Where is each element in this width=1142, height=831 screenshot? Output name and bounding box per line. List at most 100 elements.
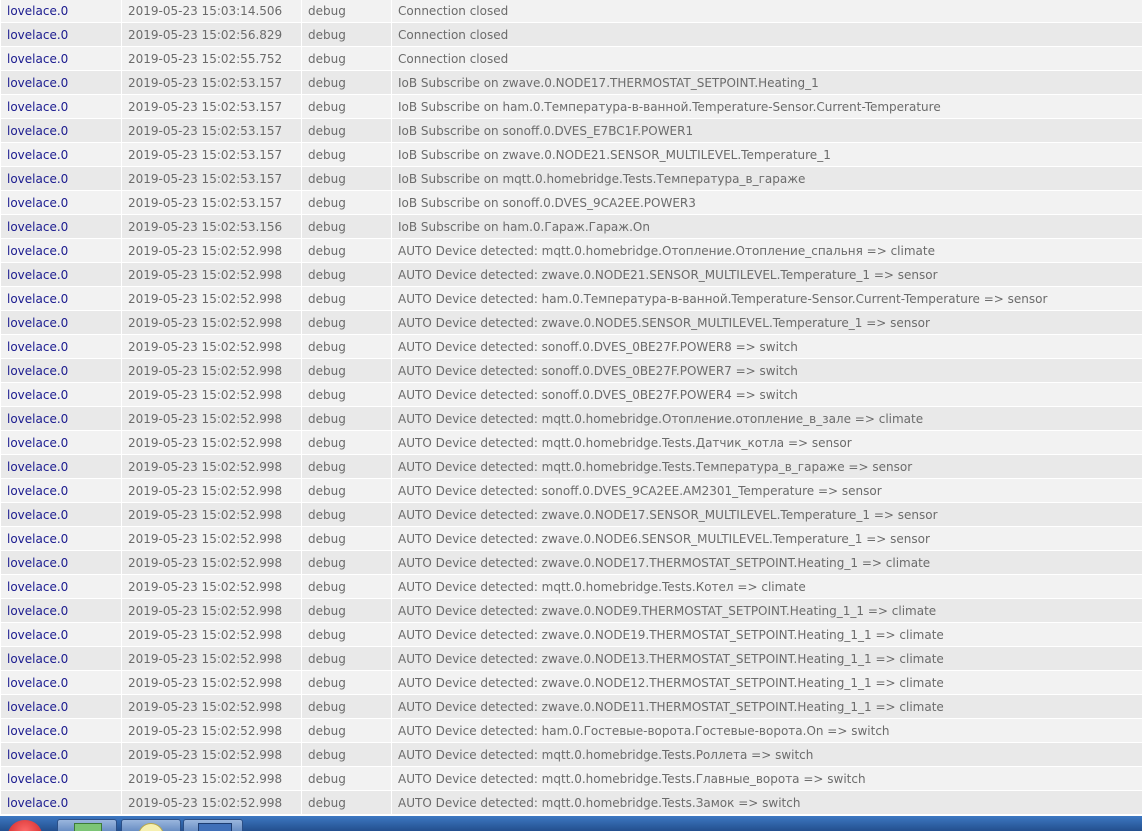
log-row[interactable]: lovelace.0 2019-05-23 15:02:52.998 debug AU…: [0, 550, 1142, 575]
log-source-cell: lovelace.0: [0, 406, 122, 431]
log-severity-cell: debug: [301, 334, 392, 359]
log-row[interactable]: lovelace.0 2019-05-23 15:02:52.998 debug AU…: [0, 502, 1142, 527]
log-message-cell: IoB Subscribe on sonoff.0.DVES_9CA2EE.PO…: [391, 190, 1142, 215]
log-time-cell: 2019-05-23 15:02:52.998: [121, 790, 302, 815]
log-time-cell: 2019-05-23 15:02:52.998: [121, 478, 302, 503]
log-source-cell: lovelace.0: [0, 142, 122, 167]
taskbar-button-network[interactable]: [183, 819, 243, 831]
log-source-cell: lovelace.0: [0, 118, 122, 143]
log-severity-cell: debug: [301, 478, 392, 503]
log-source-cell: lovelace.0: [0, 262, 122, 287]
log-severity-cell: debug: [301, 382, 392, 407]
taskbar: [0, 816, 1142, 831]
log-row[interactable]: lovelace.0 2019-05-23 15:02:52.998 debug AU…: [0, 694, 1142, 719]
log-source-cell: lovelace.0: [0, 766, 122, 791]
log-row[interactable]: lovelace.0 2019-05-23 15:02:52.998 debug AU…: [0, 286, 1142, 311]
log-message-cell: AUTO Device detected: sonoff.0.DVES_0BE2…: [391, 334, 1142, 359]
log-row[interactable]: lovelace.0 2019-05-23 15:02:52.998 debug AU…: [0, 670, 1142, 695]
log-row[interactable]: lovelace.0 2019-05-23 15:02:53.157 debug Io…: [0, 166, 1142, 191]
log-message-cell: AUTO Device detected: zwave.0.NODE11.THE…: [391, 694, 1142, 719]
log-time-cell: 2019-05-23 15:02:56.829: [121, 22, 302, 47]
log-time-cell: 2019-05-23 15:02:52.998: [121, 286, 302, 311]
log-severity-cell: debug: [301, 670, 392, 695]
log-row[interactable]: lovelace.0 2019-05-23 15:02:53.156 debug Io…: [0, 214, 1142, 239]
log-source-cell: lovelace.0: [0, 694, 122, 719]
log-source-cell: lovelace.0: [0, 478, 122, 503]
log-message-cell: AUTO Device detected: zwave.0.NODE12.THE…: [391, 670, 1142, 695]
spreadsheet-icon: [74, 823, 102, 831]
log-severity-cell: debug: [301, 22, 392, 47]
log-row[interactable]: lovelace.0 2019-05-23 15:02:53.157 debug Io…: [0, 94, 1142, 119]
log-row[interactable]: lovelace.0 2019-05-23 15:02:53.157 debug Io…: [0, 118, 1142, 143]
log-source-cell: lovelace.0: [0, 646, 122, 671]
log-source-cell: lovelace.0: [0, 190, 122, 215]
log-row[interactable]: lovelace.0 2019-05-23 15:02:56.829 debug Co…: [0, 22, 1142, 47]
log-message-cell: Connection closed: [391, 46, 1142, 71]
log-source-cell: lovelace.0: [0, 574, 122, 599]
log-source-cell: lovelace.0: [0, 334, 122, 359]
log-message-cell: IoB Subscribe on sonoff.0.DVES_E7BC1F.PO…: [391, 118, 1142, 143]
log-time-cell: 2019-05-23 15:02:55.752: [121, 46, 302, 71]
log-severity-cell: debug: [301, 790, 392, 815]
log-severity-cell: debug: [301, 214, 392, 239]
log-message-cell: AUTO Device detected: ham.0.Температура-…: [391, 286, 1142, 311]
log-row[interactable]: lovelace.0 2019-05-23 15:02:52.998 debug AU…: [0, 574, 1142, 599]
log-row[interactable]: lovelace.0 2019-05-23 15:02:52.998 debug AU…: [0, 742, 1142, 767]
log-severity-cell: debug: [301, 142, 392, 167]
log-source-cell: lovelace.0: [0, 550, 122, 575]
log-time-cell: 2019-05-23 15:02:53.157: [121, 166, 302, 191]
log-severity-cell: debug: [301, 718, 392, 743]
log-row[interactable]: lovelace.0 2019-05-23 15:02:52.998 debug AU…: [0, 646, 1142, 671]
taskbar-button-spreadsheet[interactable]: [57, 819, 117, 831]
log-severity-cell: debug: [301, 166, 392, 191]
log-source-cell: lovelace.0: [0, 70, 122, 95]
log-severity-cell: debug: [301, 622, 392, 647]
log-row[interactable]: lovelace.0 2019-05-23 15:02:52.998 debug AU…: [0, 406, 1142, 431]
log-row[interactable]: lovelace.0 2019-05-23 15:03:14.506 debug Co…: [0, 0, 1142, 23]
log-viewer: lovelace.0 2019-05-23 15:03:14.506 debug Co…: [0, 0, 1142, 816]
log-time-cell: 2019-05-23 15:02:52.998: [121, 358, 302, 383]
log-row[interactable]: lovelace.0 2019-05-23 15:02:52.998 debug AU…: [0, 430, 1142, 455]
log-severity-cell: debug: [301, 190, 392, 215]
log-message-cell: IoB Subscribe on zwave.0.NODE17.THERMOST…: [391, 70, 1142, 95]
log-severity-cell: debug: [301, 454, 392, 479]
log-row[interactable]: lovelace.0 2019-05-23 15:02:52.998 debug AU…: [0, 238, 1142, 263]
log-message-cell: AUTO Device detected: ham.0.Гостевые-вор…: [391, 718, 1142, 743]
log-row[interactable]: lovelace.0 2019-05-23 15:02:52.998 debug AU…: [0, 310, 1142, 335]
log-severity-cell: debug: [301, 46, 392, 71]
log-severity-cell: debug: [301, 766, 392, 791]
log-row[interactable]: lovelace.0 2019-05-23 15:02:53.157 debug Io…: [0, 190, 1142, 215]
log-row[interactable]: lovelace.0 2019-05-23 15:02:53.157 debug Io…: [0, 142, 1142, 167]
log-row[interactable]: lovelace.0 2019-05-23 15:02:55.752 debug Co…: [0, 46, 1142, 71]
log-row[interactable]: lovelace.0 2019-05-23 15:02:52.998 debug AU…: [0, 526, 1142, 551]
log-severity-cell: debug: [301, 70, 392, 95]
log-time-cell: 2019-05-23 15:02:53.157: [121, 70, 302, 95]
log-severity-cell: debug: [301, 742, 392, 767]
log-severity-cell: debug: [301, 238, 392, 263]
log-source-cell: lovelace.0: [0, 598, 122, 623]
log-row[interactable]: lovelace.0 2019-05-23 15:02:52.998 debug AU…: [0, 790, 1142, 815]
log-message-cell: AUTO Device detected: zwave.0.NODE13.THE…: [391, 646, 1142, 671]
log-message-cell: Connection closed: [391, 0, 1142, 23]
log-row[interactable]: lovelace.0 2019-05-23 15:02:53.157 debug Io…: [0, 70, 1142, 95]
log-row[interactable]: lovelace.0 2019-05-23 15:02:52.998 debug AU…: [0, 454, 1142, 479]
log-row[interactable]: lovelace.0 2019-05-23 15:02:52.998 debug AU…: [0, 358, 1142, 383]
log-severity-cell: debug: [301, 310, 392, 335]
log-message-cell: IoB Subscribe on ham.0.Температура-в-ван…: [391, 94, 1142, 119]
log-row[interactable]: lovelace.0 2019-05-23 15:02:52.998 debug AU…: [0, 718, 1142, 743]
log-source-cell: lovelace.0: [0, 286, 122, 311]
log-message-cell: AUTO Device detected: mqtt.0.homebridge.…: [391, 766, 1142, 791]
log-message-cell: Connection closed: [391, 22, 1142, 47]
log-row[interactable]: lovelace.0 2019-05-23 15:02:52.998 debug AU…: [0, 382, 1142, 407]
log-severity-cell: debug: [301, 694, 392, 719]
log-source-cell: lovelace.0: [0, 0, 122, 23]
taskbar-button-notes[interactable]: [121, 819, 181, 831]
log-row[interactable]: lovelace.0 2019-05-23 15:02:52.998 debug AU…: [0, 334, 1142, 359]
log-source-cell: lovelace.0: [0, 238, 122, 263]
log-row[interactable]: lovelace.0 2019-05-23 15:02:52.998 debug AU…: [0, 622, 1142, 647]
log-row[interactable]: lovelace.0 2019-05-23 15:02:52.998 debug AU…: [0, 598, 1142, 623]
start-orb-icon[interactable]: [8, 820, 42, 831]
log-row[interactable]: lovelace.0 2019-05-23 15:02:52.998 debug AU…: [0, 478, 1142, 503]
log-row[interactable]: lovelace.0 2019-05-23 15:02:52.998 debug AU…: [0, 262, 1142, 287]
log-row[interactable]: lovelace.0 2019-05-23 15:02:52.998 debug AU…: [0, 766, 1142, 791]
